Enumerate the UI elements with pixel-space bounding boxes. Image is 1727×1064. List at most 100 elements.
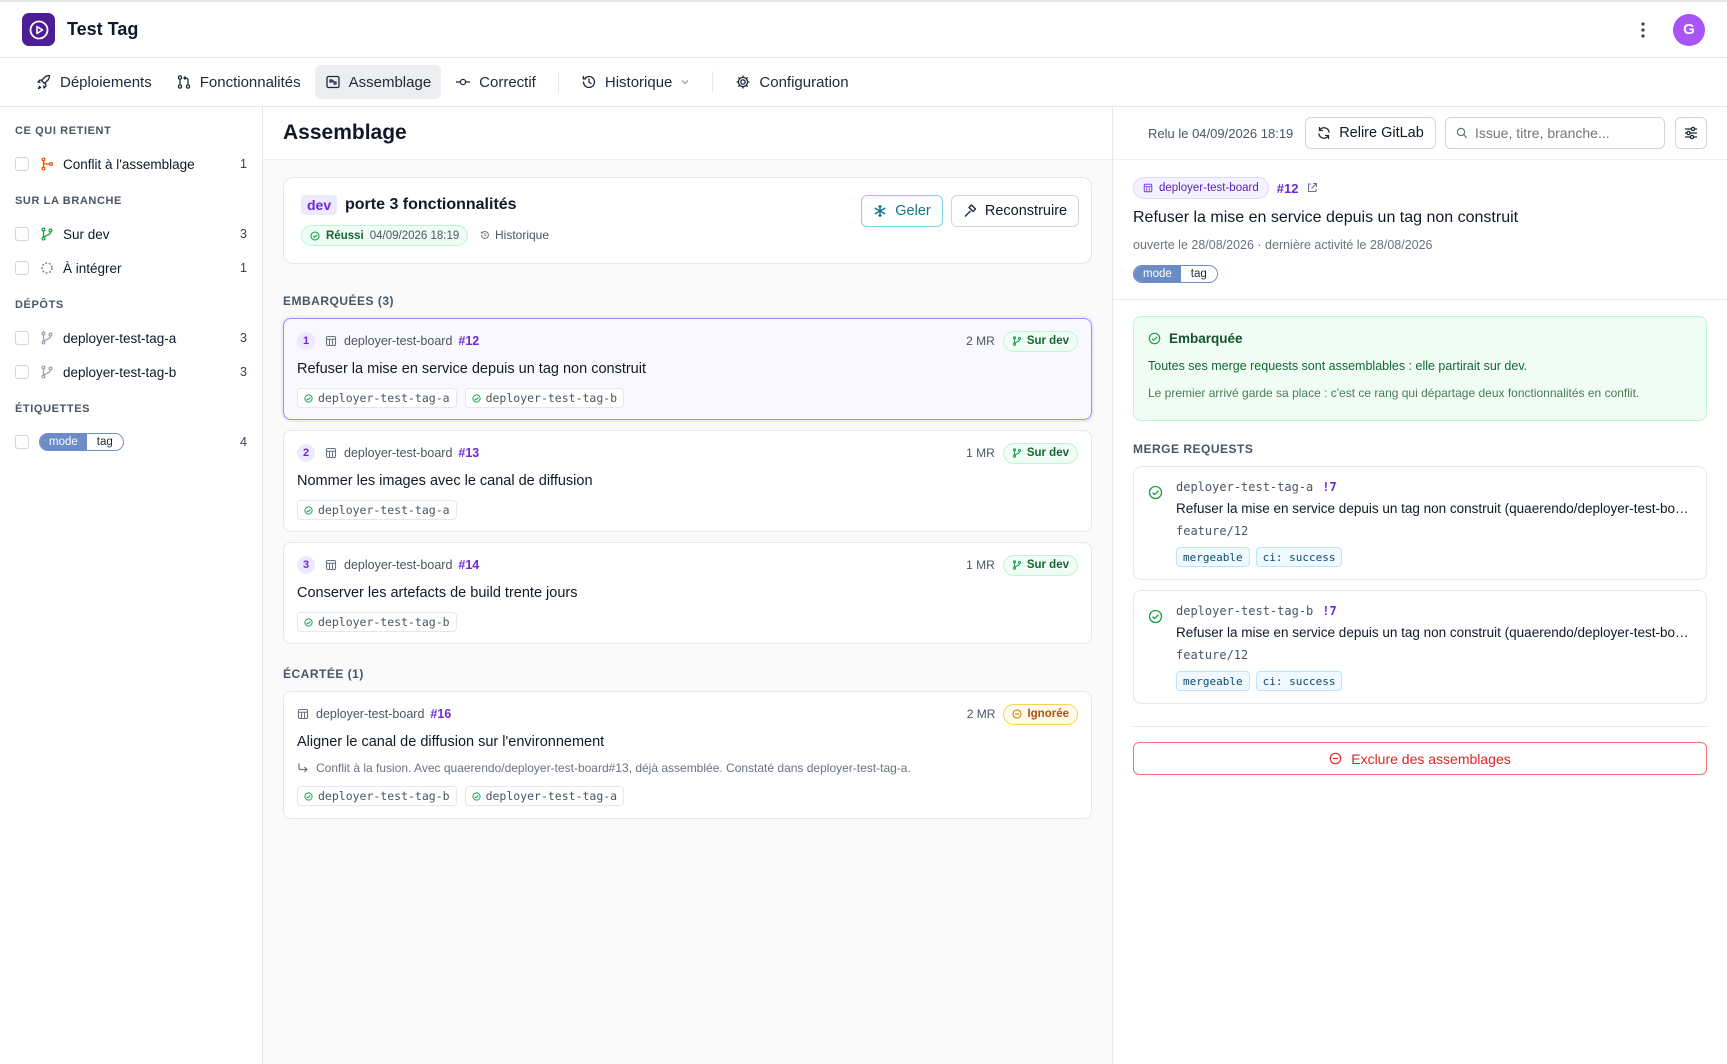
feature-card[interactable]: 2 deployer-test-board #13 1 MR Sur dev N… xyxy=(283,430,1092,532)
repo-chip: deployer-test-tag-a xyxy=(297,388,457,408)
filter-label: deployer-test-tag-b xyxy=(63,364,177,380)
history-link[interactable]: Historique xyxy=(480,228,549,242)
rejection-reason: Conflit à la fusion. Avec quaerendo/depl… xyxy=(297,761,911,775)
mr-title: Refuser la mise en service depuis un tag… xyxy=(1176,501,1696,516)
search-box[interactable] xyxy=(1445,117,1665,149)
git-pull-request-icon xyxy=(177,75,190,89)
filter-count: 4 xyxy=(240,435,247,449)
checkbox[interactable] xyxy=(15,227,29,241)
detail-header: deployer-test-board #12 xyxy=(1133,177,1318,199)
rejected-feature-card[interactable]: deployer-test-board #16 2 MR Ignorée Ali… xyxy=(283,691,1092,819)
filter-repo-tag-a[interactable]: deployer-test-tag-a 3 xyxy=(15,321,247,355)
feature-card[interactable]: 3 deployer-test-board #14 1 MR Sur dev C… xyxy=(283,542,1092,644)
feature-card[interactable]: 1 deployer-test-board #12 2 MR Sur dev R… xyxy=(283,318,1092,420)
merge-request-card[interactable]: deployer-test-tag-b !7 Refuser la mise e… xyxy=(1133,590,1707,704)
repo-chip: deployer-test-tag-b xyxy=(297,612,457,632)
detail-labels: mode tag xyxy=(1133,264,1218,283)
git-commit-icon xyxy=(456,78,471,86)
tab-fonctionnalites[interactable]: Fonctionnalités xyxy=(166,65,311,99)
filter-count: 1 xyxy=(240,157,247,171)
tab-assemblage[interactable]: Assemblage xyxy=(314,65,442,99)
checkbox[interactable] xyxy=(15,331,29,345)
tab-label: Configuration xyxy=(759,73,849,91)
rejected-heading: ÉCARTÉE (1) xyxy=(283,667,364,681)
filter-count: 3 xyxy=(240,227,247,241)
repo-chip-label: deployer-test-tag-b xyxy=(318,615,450,629)
rebuild-button[interactable]: Reconstruire xyxy=(951,195,1079,227)
app-logo[interactable] xyxy=(22,13,55,46)
tab-historique[interactable]: Historique xyxy=(571,65,701,99)
filter-group-holding: Ce qui retient Conflit à l'assemblage 1 xyxy=(15,125,247,181)
kebab-icon xyxy=(1641,21,1645,38)
rank-badge: 2 xyxy=(297,444,315,462)
minus-circle-icon xyxy=(1012,709,1023,719)
build-status-badge: Réussi 04/09/2026 18:19 xyxy=(301,225,469,246)
board-icon xyxy=(325,447,337,459)
freeze-label: Geler xyxy=(895,203,931,219)
check-circle-icon xyxy=(304,791,313,801)
tab-configuration[interactable]: Configuration xyxy=(725,65,858,99)
merge-request-card[interactable]: deployer-test-tag-a !7 Refuser la mise e… xyxy=(1133,466,1707,580)
assembly-panel: Assemblage dev porte 3 fonctionnalités R… xyxy=(263,107,1113,1064)
git-branch-icon xyxy=(41,331,53,345)
freeze-button[interactable]: Geler xyxy=(861,195,943,227)
top-bar: Test Tag G xyxy=(0,0,1727,58)
issue-number[interactable]: #12 xyxy=(1277,181,1299,196)
main-nav: Déploiements Fonctionnalités Assemblage … xyxy=(0,58,1727,107)
check-circle-icon xyxy=(310,230,320,241)
filter-group-heading: Étiquettes xyxy=(15,403,91,415)
exclude-button[interactable]: Exclure des assemblages xyxy=(1133,742,1707,775)
checkbox[interactable] xyxy=(15,365,29,379)
checkbox[interactable] xyxy=(15,157,29,171)
board-icon xyxy=(1143,183,1153,193)
filter-label: deployer-test-tag-a xyxy=(63,330,177,346)
search-input[interactable] xyxy=(1475,125,1645,141)
reread-gitlab-label: Relire GitLab xyxy=(1339,125,1424,141)
mr-id[interactable]: !7 xyxy=(1322,480,1336,494)
issue-number[interactable]: #13 xyxy=(458,446,479,460)
filter-sidebar: Ce qui retient Conflit à l'assemblage 1 … xyxy=(0,107,263,1064)
mr-title: Refuser la mise en service depuis un tag… xyxy=(1176,625,1696,640)
repo-name: deployer-test-board xyxy=(344,334,453,348)
environment-summary: porte 3 fonctionnalités xyxy=(345,196,517,213)
tab-label: Assemblage xyxy=(348,73,432,91)
label-tag: mode tag xyxy=(1133,265,1218,283)
mr-count: 2 MR xyxy=(966,707,996,721)
issue-number[interactable]: #12 xyxy=(458,334,479,348)
external-link-icon[interactable] xyxy=(1306,182,1318,194)
reread-gitlab-button[interactable]: Relire GitLab xyxy=(1305,117,1436,149)
status-badge: Sur dev xyxy=(1002,330,1078,352)
status-label: Sur dev xyxy=(1026,335,1069,347)
repo-chip-label: deployer-test-tag-b xyxy=(318,789,450,803)
rejection-reason-text: Conflit à la fusion. Avec quaerendo/depl… xyxy=(316,761,911,775)
filter-on-dev[interactable]: Sur dev 3 xyxy=(15,217,247,251)
embarked-callout: Embarquée Toutes ses merge requests sont… xyxy=(1133,316,1707,421)
feature-title: Conserver les artefacts de build trente … xyxy=(297,585,578,601)
hammer-icon xyxy=(964,204,977,217)
issue-number[interactable]: #14 xyxy=(458,558,479,572)
repo-chip: deployer-test-tag-a xyxy=(464,786,625,806)
user-avatar[interactable]: G xyxy=(1673,13,1705,46)
mr-id[interactable]: !7 xyxy=(1322,604,1336,618)
filter-count: 1 xyxy=(240,261,247,275)
filter-settings-button[interactable] xyxy=(1675,117,1707,149)
filter-conflict[interactable]: Conflit à l'assemblage 1 xyxy=(15,147,247,181)
check-circle-icon xyxy=(1148,609,1163,624)
tab-correctif[interactable]: Correctif xyxy=(445,65,546,99)
minus-circle-icon xyxy=(1329,752,1342,765)
status-label: Sur dev xyxy=(1026,447,1069,459)
checkbox[interactable] xyxy=(15,261,29,275)
filter-label-mode-tag[interactable]: mode tag 4 xyxy=(15,425,247,459)
issue-number[interactable]: #16 xyxy=(430,707,451,721)
filter-to-integrate[interactable]: À intégrer 1 xyxy=(15,251,247,285)
repo-chip: deployer-test-tag-a xyxy=(297,500,457,520)
page-title: Assemblage xyxy=(283,121,407,144)
history-link-label: Historique xyxy=(495,228,550,242)
assembly-icon xyxy=(325,75,340,89)
filter-repo-tag-b[interactable]: deployer-test-tag-b 3 xyxy=(15,355,247,389)
check-circle-icon xyxy=(304,393,313,403)
repo-chip: deployer-test-board xyxy=(1133,177,1269,199)
tab-deploiements[interactable]: Déploiements xyxy=(26,65,162,99)
checkbox[interactable] xyxy=(15,435,29,449)
more-menu-button[interactable] xyxy=(1631,18,1655,42)
